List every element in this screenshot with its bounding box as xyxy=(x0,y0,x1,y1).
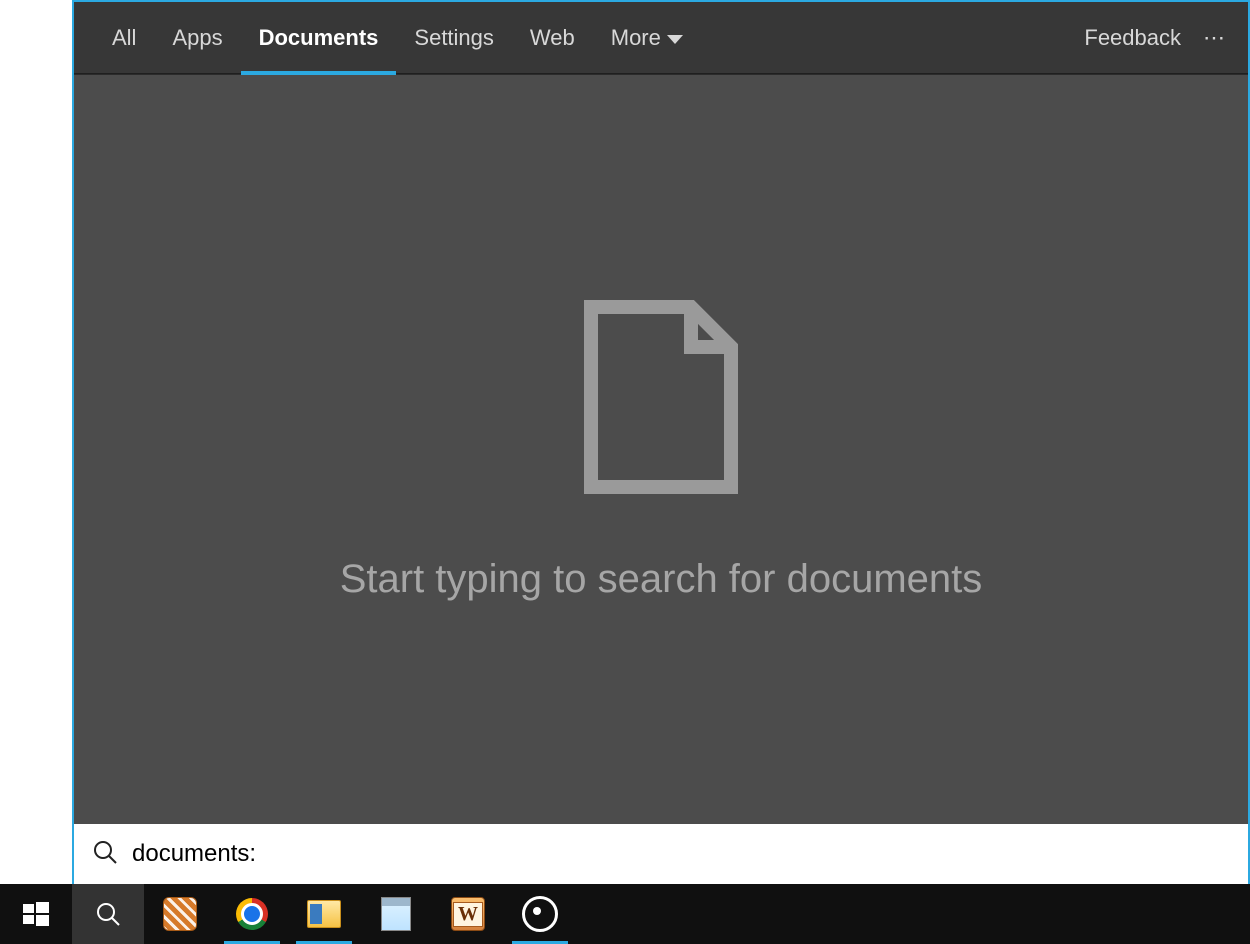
windows-logo-icon xyxy=(23,901,49,927)
search-bar xyxy=(74,824,1248,884)
empty-state-hint: Start typing to search for documents xyxy=(340,557,983,602)
taskbar-app-notepad[interactable] xyxy=(360,884,432,944)
taskbar-app-word-processor[interactable]: W xyxy=(432,884,504,944)
chrome-icon xyxy=(234,896,270,932)
word-icon: W xyxy=(450,896,486,932)
tab-apps[interactable]: Apps xyxy=(154,2,240,74)
notepad-icon xyxy=(378,896,414,932)
search-panel: All Apps Documents Settings Web More Fee… xyxy=(72,0,1250,884)
header-right: Feedback ⋯ xyxy=(1084,25,1248,51)
search-icon xyxy=(92,839,118,870)
taskbar-search-button[interactable] xyxy=(72,884,144,944)
tab-documents[interactable]: Documents xyxy=(241,2,397,74)
tab-settings[interactable]: Settings xyxy=(396,2,512,74)
taskbar-app-groove[interactable] xyxy=(504,884,576,944)
groove-icon xyxy=(522,896,558,932)
search-input[interactable] xyxy=(132,824,1230,884)
tab-all[interactable]: All xyxy=(94,2,154,74)
tab-more-label: More xyxy=(611,25,661,51)
hatch-icon xyxy=(163,897,197,931)
taskbar-app-chrome[interactable] xyxy=(216,884,288,944)
taskbar-app-file-explorer[interactable] xyxy=(288,884,360,944)
scope-tabs: All Apps Documents Settings Web More Fee… xyxy=(74,2,1248,74)
feedback-link[interactable]: Feedback xyxy=(1084,25,1181,51)
document-icon xyxy=(581,297,741,497)
tab-web[interactable]: Web xyxy=(512,2,593,74)
tab-more[interactable]: More xyxy=(593,2,701,74)
search-icon xyxy=(95,901,121,927)
taskbar: W xyxy=(0,884,1250,944)
start-button[interactable] xyxy=(0,884,72,944)
taskbar-app-hatch[interactable] xyxy=(144,884,216,944)
chevron-down-icon xyxy=(667,25,683,51)
options-button[interactable]: ⋯ xyxy=(1203,25,1228,51)
folder-icon xyxy=(306,896,342,932)
desktop-sliver xyxy=(0,0,72,884)
results-area: Start typing to search for documents xyxy=(74,75,1248,824)
